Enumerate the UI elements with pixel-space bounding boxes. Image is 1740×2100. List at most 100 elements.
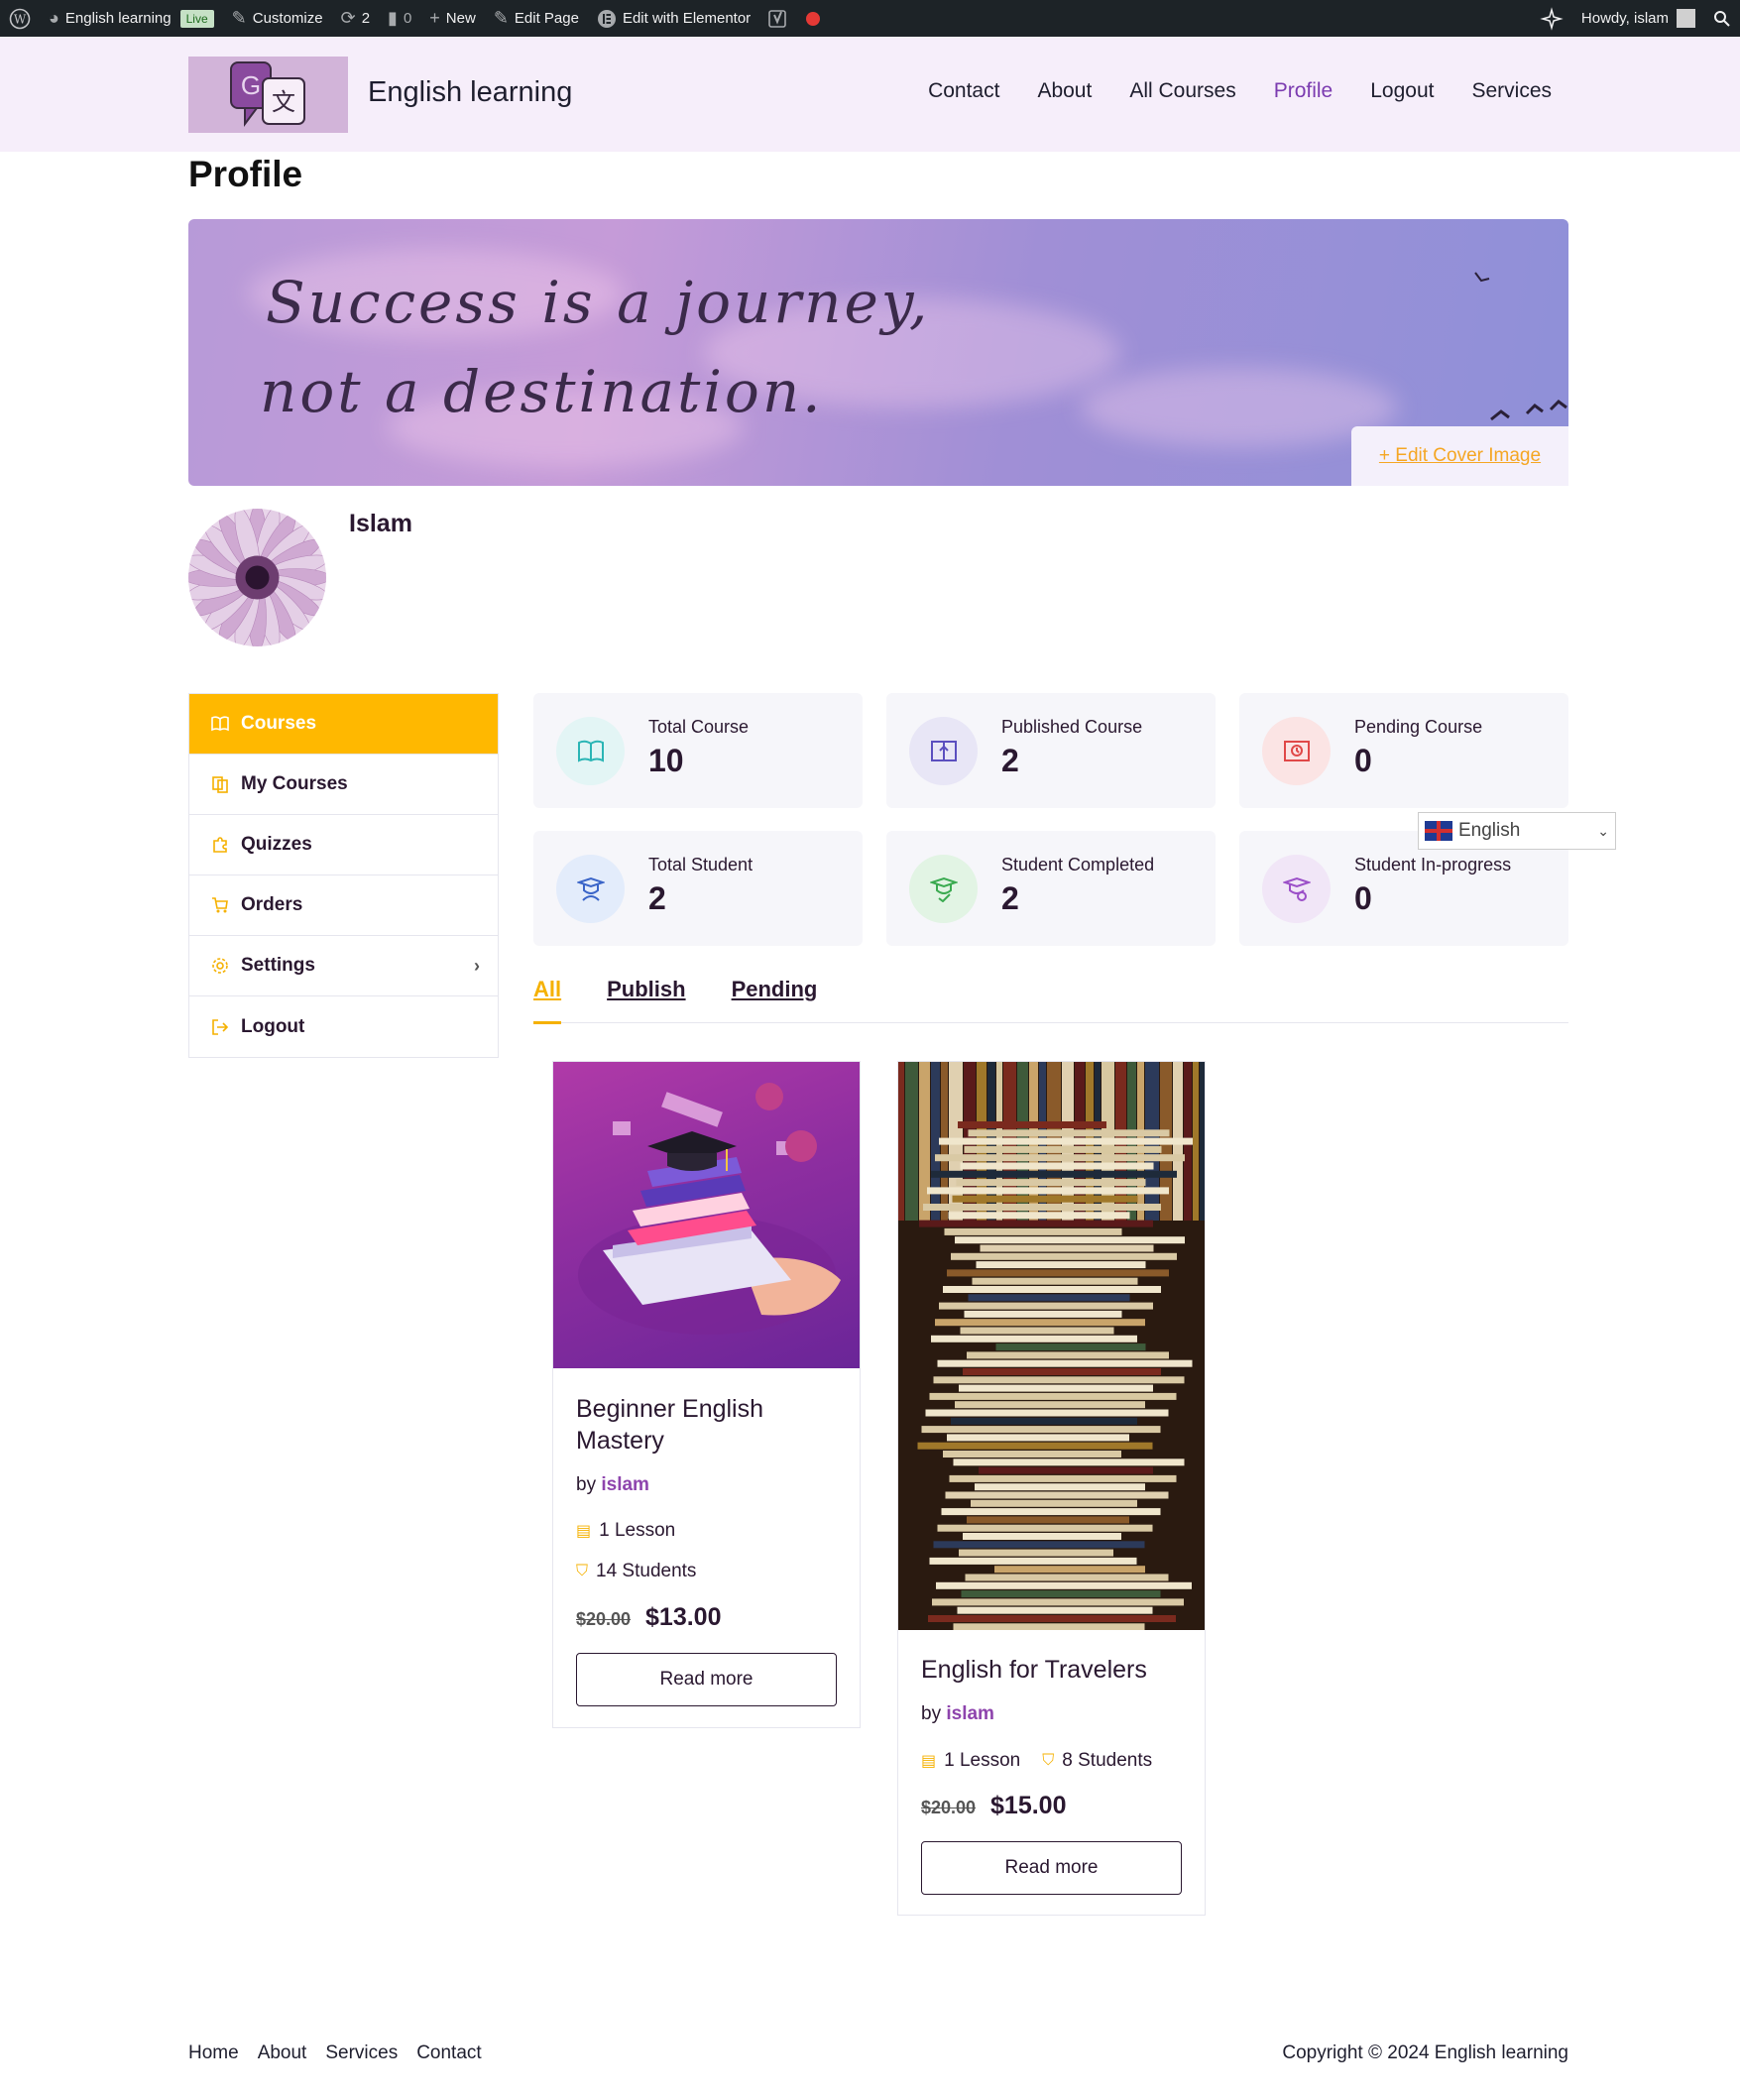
howdy-user[interactable]: Howdy, islam bbox=[1572, 0, 1704, 37]
book-upload-icon bbox=[909, 717, 978, 785]
book-pending-icon bbox=[1262, 717, 1331, 785]
dashboard-icon: ◕ bbox=[49, 8, 59, 28]
tab-publish[interactable]: Publish bbox=[607, 977, 685, 1023]
course-lessons: ▤ 1 Lesson bbox=[576, 1520, 676, 1541]
new-content-link[interactable]: + New bbox=[420, 0, 485, 37]
author-link[interactable]: islam bbox=[946, 1703, 994, 1724]
stat-value: 2 bbox=[648, 880, 666, 916]
admin-site-name[interactable]: ◕ English learning Live bbox=[40, 0, 223, 37]
site-header: G 文 English learning Contact About All C… bbox=[0, 37, 1740, 152]
svg-text:W: W bbox=[14, 12, 27, 26]
user-name: Islam bbox=[349, 510, 412, 537]
comments-link[interactable]: ▮ 0 bbox=[379, 0, 420, 37]
stat-student-completed: Student Completed 2 bbox=[886, 831, 1216, 946]
nav-all-courses[interactable]: All Courses bbox=[1129, 79, 1235, 103]
course-title[interactable]: English for Travelers bbox=[921, 1654, 1189, 1686]
footer-link-services[interactable]: Services bbox=[325, 2042, 398, 2064]
cart-icon bbox=[211, 896, 229, 914]
stat-label: Pending Course bbox=[1354, 717, 1483, 737]
sidebar-item-quizzes[interactable]: Quizzes bbox=[189, 815, 498, 875]
puzzle-icon bbox=[211, 836, 229, 854]
student-icon bbox=[556, 855, 625, 923]
document-icon: ▤ bbox=[576, 1523, 592, 1540]
edit-elementor-link[interactable]: Edit with Elementor bbox=[588, 0, 759, 37]
nav-about[interactable]: About bbox=[1037, 79, 1092, 103]
nav-logout[interactable]: Logout bbox=[1370, 79, 1434, 103]
wordpress-logo-icon[interactable]: W bbox=[0, 0, 40, 37]
course-thumbnail[interactable] bbox=[553, 1062, 860, 1368]
footer-link-home[interactable]: Home bbox=[188, 2042, 239, 2064]
graduation-books-image bbox=[578, 1083, 841, 1335]
admin-bar: W ◕ English learning Live ✎ Customize ⟳ … bbox=[0, 0, 1740, 37]
site-logo[interactable]: G 文 bbox=[188, 57, 348, 133]
sidebar-item-orders[interactable]: Orders bbox=[189, 875, 498, 936]
sidebar-item-settings[interactable]: Settings › bbox=[189, 936, 498, 996]
stat-label: Published Course bbox=[1001, 717, 1143, 737]
course-title[interactable]: Beginner English Mastery bbox=[576, 1393, 844, 1457]
course-price: $20.00 $15.00 bbox=[921, 1792, 1066, 1820]
read-more-button[interactable]: Read more bbox=[576, 1653, 837, 1706]
course-author: by islam bbox=[921, 1703, 994, 1724]
bird-icon bbox=[1474, 272, 1490, 283]
uk-flag-icon bbox=[1425, 821, 1452, 841]
comment-icon: ▮ bbox=[388, 8, 398, 28]
cover-quote-line2: not a destination. bbox=[260, 358, 824, 425]
stat-total-course: Total Course 10 bbox=[533, 693, 863, 808]
student-icon: ⛉ bbox=[1042, 1752, 1055, 1769]
nav-services[interactable]: Services bbox=[1471, 79, 1552, 103]
course-card: Beginner English Mastery by islam ▤ 1 Le… bbox=[552, 1061, 861, 1728]
search-icon[interactable] bbox=[1704, 0, 1740, 37]
page-title: Profile bbox=[188, 154, 303, 194]
refresh-icon: ⟳ bbox=[340, 8, 356, 28]
user-avatar-icon bbox=[1677, 9, 1695, 28]
current-price: $13.00 bbox=[645, 1603, 722, 1631]
live-badge: Live bbox=[179, 9, 214, 28]
courses-icon bbox=[211, 775, 229, 793]
avatar[interactable] bbox=[188, 509, 326, 646]
course-card: English for Travelers by islam ▤ 1 Lesso… bbox=[897, 1061, 1206, 1916]
tab-all[interactable]: All bbox=[533, 977, 562, 1024]
logout-icon bbox=[211, 1018, 229, 1036]
stat-label: Student In-progress bbox=[1354, 855, 1512, 875]
gear-icon bbox=[211, 957, 229, 975]
nav-contact[interactable]: Contact bbox=[928, 79, 999, 103]
footer-link-about[interactable]: About bbox=[258, 2042, 307, 2064]
read-more-button[interactable]: Read more bbox=[921, 1841, 1182, 1895]
dashboard-sidebar: Courses My Courses Quizzes Orders Settin… bbox=[188, 693, 499, 1058]
student-check-icon bbox=[909, 855, 978, 923]
sidebar-item-logout[interactable]: Logout bbox=[189, 996, 498, 1057]
elementor-icon bbox=[597, 9, 617, 29]
stat-label: Student Completed bbox=[1001, 855, 1155, 875]
footer-link-contact[interactable]: Contact bbox=[416, 2042, 481, 2064]
ai-sparkle-icon[interactable] bbox=[1531, 0, 1572, 37]
tab-pending[interactable]: Pending bbox=[732, 977, 818, 1023]
sidebar-item-courses[interactable]: Courses bbox=[189, 694, 498, 755]
course-price: $20.00 $13.00 bbox=[576, 1603, 721, 1632]
plus-icon: + bbox=[429, 8, 440, 28]
stat-total-student: Total Student 2 bbox=[533, 831, 863, 946]
stat-value: 10 bbox=[648, 743, 684, 778]
course-thumbnail[interactable] bbox=[898, 1062, 1205, 1630]
document-icon: ▤ bbox=[921, 1753, 937, 1770]
yoast-icon[interactable] bbox=[759, 0, 797, 37]
pencil-icon: ✎ bbox=[493, 8, 509, 28]
translate-logo-icon: G 文 bbox=[229, 60, 305, 127]
stat-value: 2 bbox=[1001, 880, 1019, 916]
updates-link[interactable]: ⟳ 2 bbox=[332, 0, 379, 37]
current-price: $15.00 bbox=[990, 1792, 1067, 1819]
book-open-icon bbox=[211, 716, 229, 732]
customize-link[interactable]: ✎ Customize bbox=[223, 0, 332, 37]
sidebar-item-my-courses[interactable]: My Courses bbox=[189, 755, 498, 815]
edit-page-link[interactable]: ✎ Edit Page bbox=[485, 0, 588, 37]
language-select[interactable]: English ⌄ bbox=[1418, 812, 1616, 850]
author-link[interactable]: islam bbox=[601, 1474, 649, 1495]
flower-avatar-icon bbox=[188, 509, 326, 646]
site-title[interactable]: English learning bbox=[368, 76, 572, 109]
old-price: $20.00 bbox=[921, 1798, 977, 1817]
stat-label: Total Course bbox=[648, 717, 750, 737]
copyright: Copyright © 2024 English learning bbox=[1282, 2042, 1568, 2063]
cover-quote-line1: Success is a journey, bbox=[266, 269, 931, 336]
edit-cover-image-button[interactable]: + Edit Cover Image bbox=[1351, 426, 1568, 486]
nav-profile[interactable]: Profile bbox=[1274, 79, 1334, 103]
chevron-down-icon: ⌄ bbox=[1597, 822, 1609, 839]
